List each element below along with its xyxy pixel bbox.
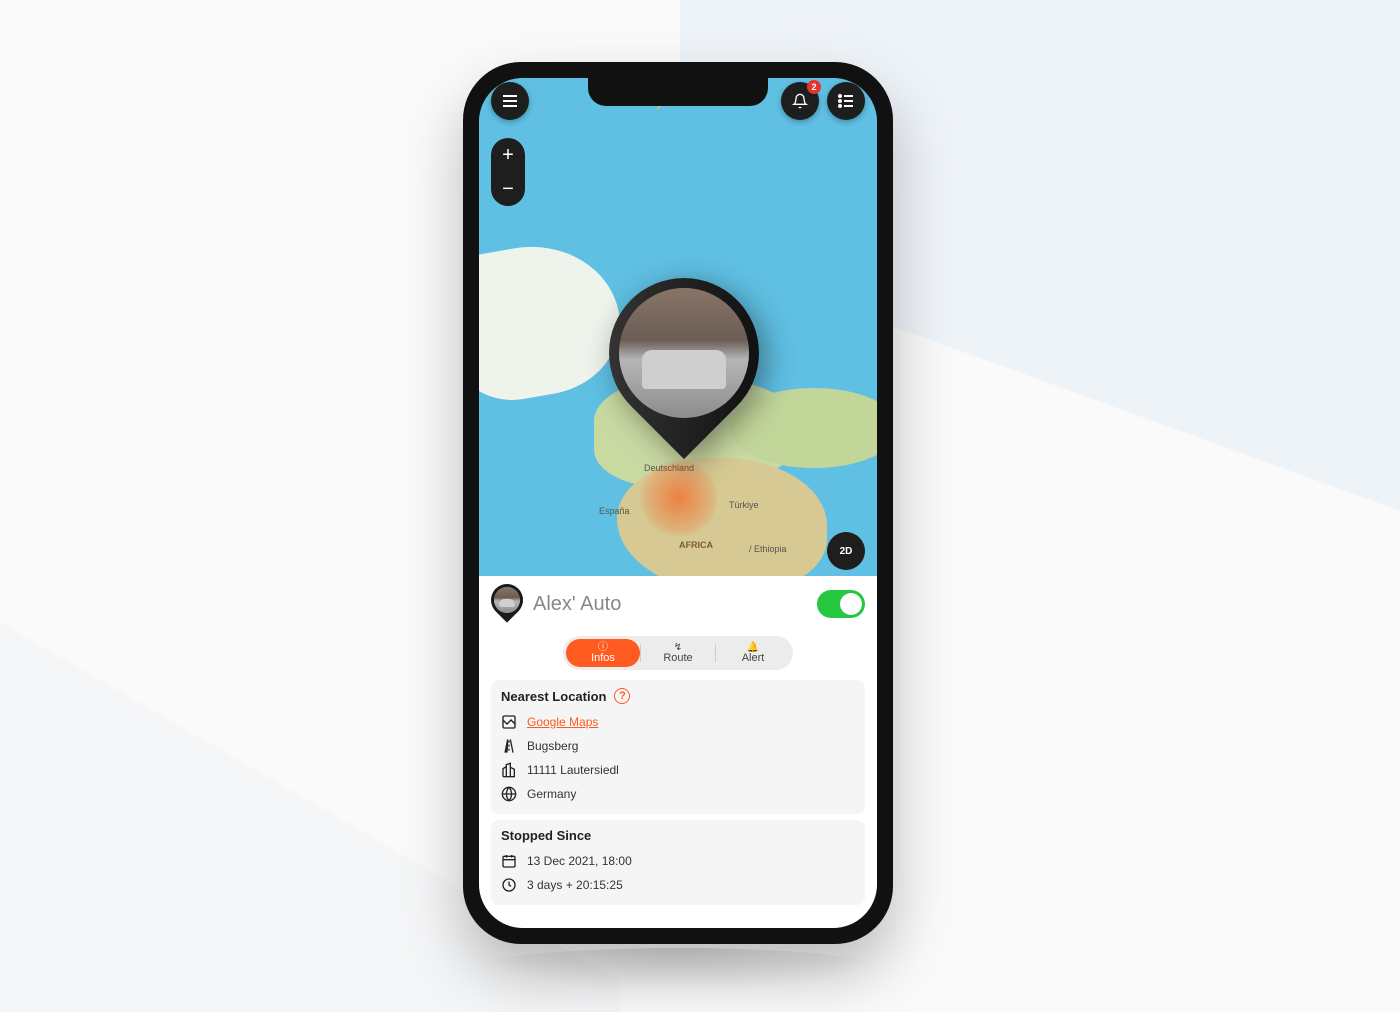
info-icon: ⓘ	[598, 643, 608, 653]
nearest-location-card: Nearest Location ? Google Maps Bugsberg …	[491, 680, 865, 814]
building-icon	[501, 762, 517, 778]
card-title: Nearest Location ?	[501, 688, 855, 704]
stopped-since-card: Stopped Since 13 Dec 2021, 18:00 3 days …	[491, 820, 865, 905]
map-label: Türkiye	[729, 500, 759, 510]
tracking-toggle[interactable]	[817, 590, 865, 618]
menu-icon	[502, 94, 518, 108]
phone-frame: Deutschland España Türkiye AFRICA / Ethi…	[463, 62, 893, 944]
phone-notch	[588, 78, 768, 106]
device-name: Alex' Auto	[533, 593, 807, 616]
map-label: España	[599, 506, 630, 516]
notifications-button[interactable]: 2	[781, 82, 819, 120]
info-panel: Alex' Auto ⓘ Infos ↯ Route 🔔 Alert	[479, 576, 877, 928]
tab-route[interactable]: ↯ Route	[641, 639, 715, 667]
map-view[interactable]: Deutschland España Türkiye AFRICA / Ethi…	[479, 78, 877, 576]
device-pin[interactable]	[609, 278, 759, 478]
list-button[interactable]	[827, 82, 865, 120]
calendar-icon	[501, 853, 517, 869]
country-row: Germany	[501, 782, 855, 806]
card-title: Stopped Since	[501, 828, 855, 843]
help-icon[interactable]: ?	[614, 688, 630, 704]
city-row: 11111 Lautersiedl	[501, 758, 855, 782]
zoom-in-button[interactable]: +	[491, 138, 525, 172]
google-maps-link[interactable]: Google Maps	[501, 710, 855, 734]
map-label: AFRICA	[679, 540, 713, 550]
map-label: / Ethiopia	[749, 544, 787, 554]
stopped-date-row: 13 Dec 2021, 18:00	[501, 849, 855, 873]
device-photo	[619, 288, 749, 418]
alert-bell-icon: 🔔	[747, 643, 759, 653]
tab-bar: ⓘ Infos ↯ Route 🔔 Alert	[563, 636, 793, 670]
road-icon	[501, 738, 517, 754]
menu-button[interactable]	[491, 82, 529, 120]
device-row: Alex' Auto	[479, 576, 877, 628]
route-icon: ↯	[674, 643, 682, 653]
tab-infos[interactable]: ⓘ Infos	[566, 639, 640, 667]
zoom-out-button[interactable]: −	[491, 172, 525, 206]
street-row: Bugsberg	[501, 734, 855, 758]
zoom-controls: + −	[491, 138, 525, 206]
stopped-duration-row: 3 days + 20:15:25	[501, 873, 855, 897]
phone-shadow	[463, 948, 893, 994]
screen: Deutschland España Türkiye AFRICA / Ethi…	[479, 78, 877, 928]
device-mini-pin[interactable]	[491, 584, 523, 624]
clock-icon	[501, 877, 517, 893]
globe-icon	[501, 786, 517, 802]
list-icon	[838, 94, 854, 108]
view-mode-button[interactable]: 2D	[827, 532, 865, 570]
map-icon	[501, 714, 517, 730]
tab-alert[interactable]: 🔔 Alert	[716, 639, 790, 667]
bell-icon	[792, 93, 808, 109]
notification-badge: 2	[807, 80, 821, 94]
